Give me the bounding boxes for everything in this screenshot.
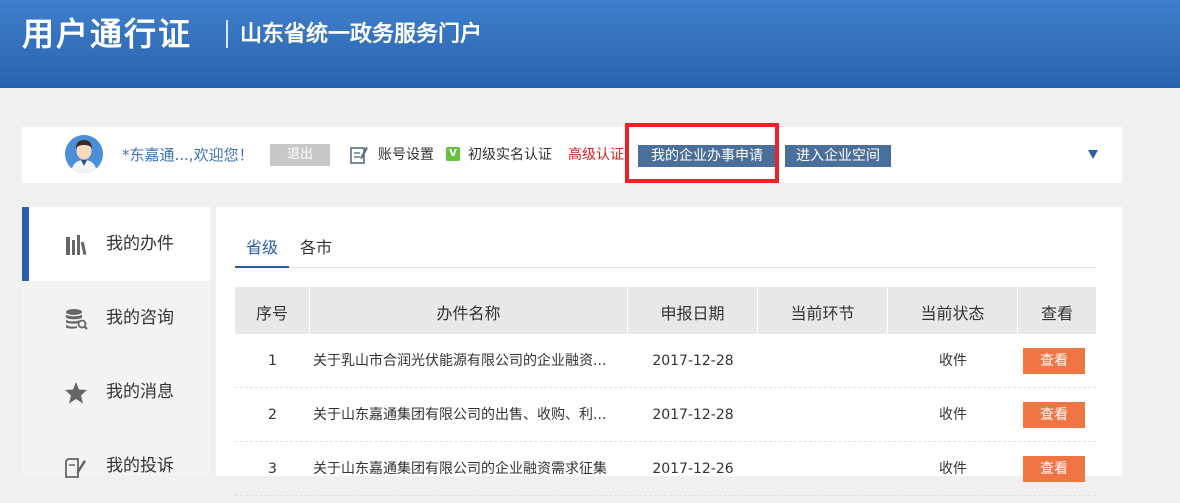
complaint-edit-icon [65, 458, 86, 478]
sidebar-item-label: 我的投诉 [106, 456, 174, 476]
database-search-icon [66, 309, 88, 330]
column-header-name: 办件名称 [310, 287, 628, 334]
row-step [758, 388, 888, 442]
highlight-box [625, 123, 779, 183]
row-status: 收件 [939, 461, 967, 477]
row-date: 2017-12-26 [652, 461, 734, 477]
column-header-status: 当前状态 [888, 287, 1018, 334]
user-bar: *东嘉通...,欢迎您！ 退出 账号设置 V 初级实名认证 高级认证 我的企业办… [22, 123, 1122, 183]
sidebar-item-my-messages[interactable]: 我的消息 [22, 355, 210, 429]
column-header-view: 查看 [1040, 304, 1073, 323]
avatar [65, 135, 103, 173]
row-name: 关于乳山市合润光伏能源有限公司的企业融资... [313, 353, 607, 369]
tab-city[interactable]: 各市 [299, 231, 333, 268]
basic-verification-link[interactable]: 初级实名认证 [468, 127, 552, 183]
sidebar-item-my-consult[interactable]: 我的咨询 [22, 281, 210, 355]
column-header-no: 序号 [235, 287, 310, 334]
brand-separator [226, 20, 228, 48]
view-button[interactable]: 查看 [1023, 402, 1085, 428]
logout-button[interactable]: 退出 [270, 144, 330, 166]
table-row: 3 关于山东嘉通集团有限公司的企业融资需求征集 2017-12-26 收件 查看 [235, 442, 1096, 496]
table-row: 2 关于山东嘉通集团有限公司的出售、收购、利... 2017-12-28 收件 … [235, 388, 1096, 442]
row-status: 收件 [939, 407, 967, 423]
row-name: 关于山东嘉通集团有限公司的出售、收购、利... [313, 407, 607, 423]
row-date: 2017-12-28 [652, 407, 734, 423]
sidebar-item-label: 我的办件 [106, 234, 174, 254]
row-step [758, 334, 888, 388]
row-name: 关于山东嘉通集团有限公司的企业融资需求征集 [313, 461, 607, 477]
view-button[interactable]: 查看 [1023, 348, 1085, 374]
dropdown-arrow-icon[interactable] [1088, 150, 1098, 159]
sidebar-item-label: 我的咨询 [106, 308, 174, 328]
user-avatar-icon [65, 135, 103, 173]
main-content: 省级 各市 序号 办件名称 申报日期 当前环节 当前状态 查看 1 关于乳山市合… [216, 207, 1122, 496]
table-header: 序号 办件名称 申报日期 当前环节 当前状态 查看 [235, 287, 1096, 334]
tab-province[interactable]: 省级 [235, 231, 289, 268]
table-row: 1 关于乳山市合润光伏能源有限公司的企业融资... 2017-12-28 收件 … [235, 334, 1096, 388]
account-settings-link[interactable]: 账号设置 [378, 127, 434, 183]
column-header-date: 申报日期 [628, 287, 758, 334]
star-icon [65, 382, 87, 404]
verified-badge-icon: V [446, 147, 460, 161]
welcome-text: *东嘉通...,欢迎您！ [122, 146, 254, 164]
row-no: 2 [268, 407, 277, 423]
advanced-verification-link[interactable]: 高级认证 [568, 127, 624, 183]
row-no: 1 [268, 353, 277, 369]
enterprise-space-button[interactable]: 进入企业空间 [785, 145, 891, 167]
portal-header: 用户通行证 山东省统一政务服务门户 [0, 0, 1180, 88]
tab-bar: 省级 各市 [235, 231, 1096, 268]
sidebar-item-my-complaints[interactable]: 我的投诉 [22, 429, 210, 503]
sidebar: 我的办件 我的咨询 我的消息 我的投诉 [22, 207, 210, 478]
brand-title: 用户通行证 [22, 15, 193, 53]
portal-subtitle: 山东省统一政务服务门户 [240, 22, 483, 47]
books-icon [66, 235, 87, 256]
row-status: 收件 [939, 353, 967, 369]
sidebar-item-my-cases[interactable]: 我的办件 [22, 207, 210, 281]
sidebar-item-label: 我的消息 [106, 382, 174, 402]
row-step [758, 442, 888, 496]
row-date: 2017-12-28 [652, 353, 734, 369]
column-header-step: 当前环节 [758, 287, 888, 334]
view-button[interactable]: 查看 [1023, 456, 1085, 482]
row-no: 3 [268, 461, 277, 477]
edit-document-icon [350, 147, 368, 164]
